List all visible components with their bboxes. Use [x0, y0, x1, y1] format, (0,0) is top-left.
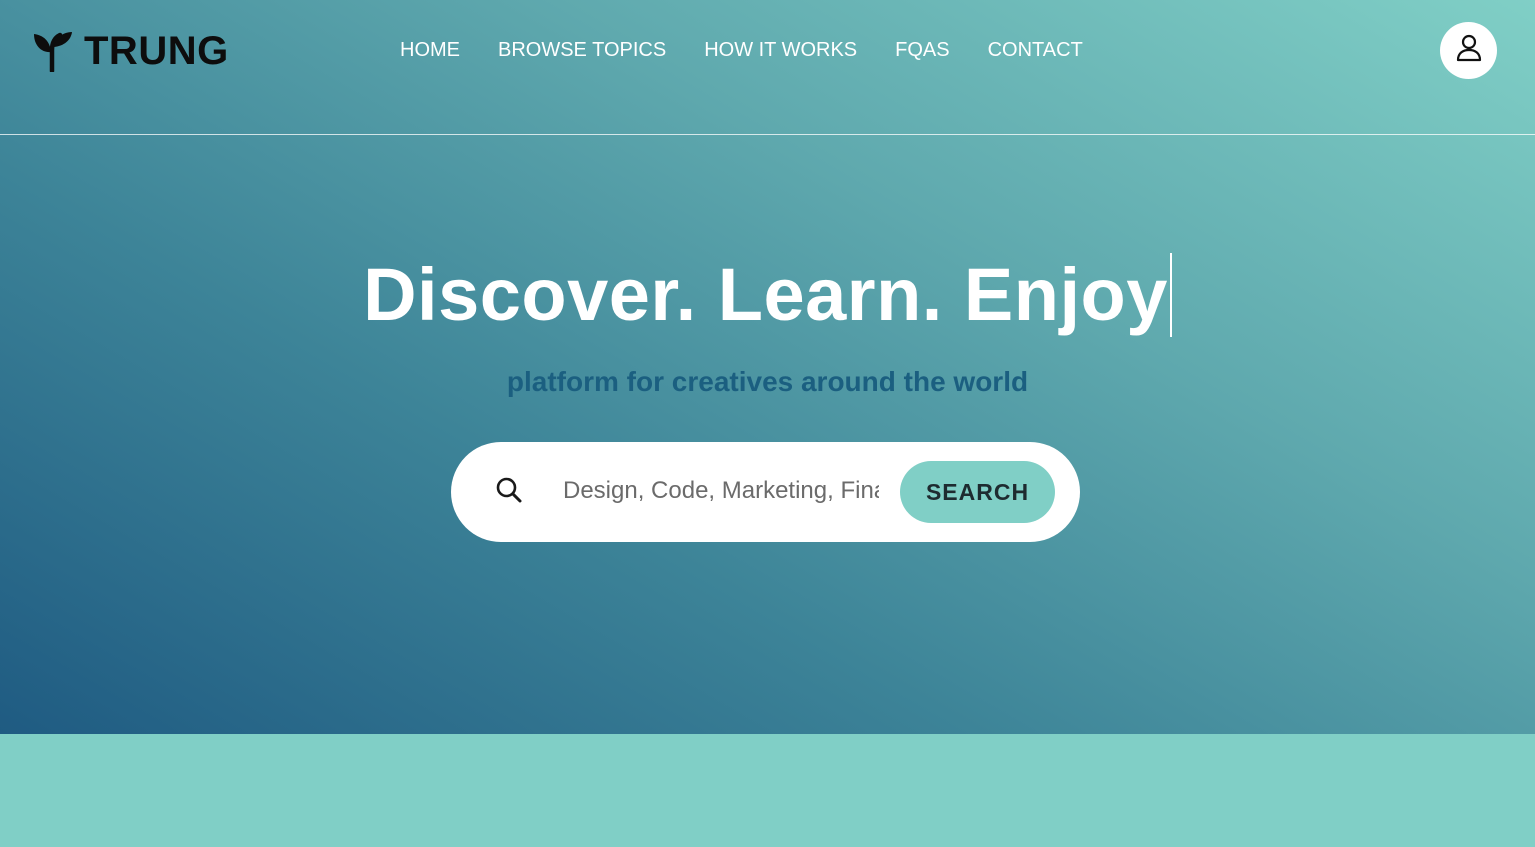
brand-name: TRUNG: [84, 29, 229, 73]
search-icon: [495, 476, 523, 504]
nav-item-fqas[interactable]: FQAS: [876, 37, 968, 63]
lower-section: [0, 734, 1535, 847]
nav-item-home[interactable]: HOME: [381, 37, 479, 63]
sprout-icon: [32, 30, 74, 72]
user-icon: [1456, 34, 1482, 67]
hero-subtitle: platform for creatives around the world: [506, 366, 1029, 397]
nav-item-browse-topics[interactable]: BROWSE TOPICS: [479, 37, 685, 63]
nav-item-how-it-works[interactable]: HOW IT WORKS: [685, 37, 876, 63]
search-form: SEARCH: [451, 442, 1080, 542]
profile-button[interactable]: [1440, 22, 1497, 79]
navbar: TRUNG HOME BROWSE TOPICS HOW IT WORKS FQ…: [0, 0, 1535, 135]
search-button[interactable]: SEARCH: [900, 461, 1055, 523]
nav-menu: HOME BROWSE TOPICS HOW IT WORKS FQAS CON…: [381, 37, 1102, 63]
nav-item-contact[interactable]: CONTACT: [969, 37, 1102, 63]
hero-headline: Discover. Learn. Enjoy: [363, 253, 1172, 337]
headline-container: Discover. Learn. Enjoy: [0, 253, 1535, 337]
search-input[interactable]: [563, 470, 879, 512]
brand-logo[interactable]: TRUNG: [32, 30, 229, 72]
hero-section: TRUNG HOME BROWSE TOPICS HOW IT WORKS FQ…: [0, 0, 1535, 734]
